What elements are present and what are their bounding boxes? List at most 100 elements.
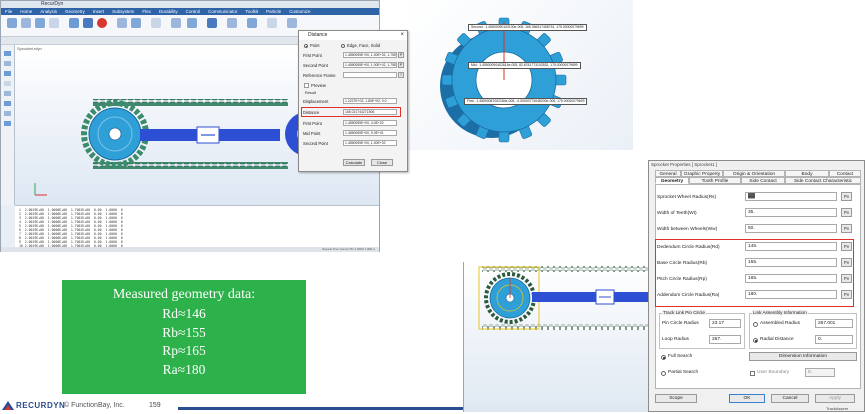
field-ra[interactable]: 180. xyxy=(745,290,837,299)
copyright: © FunctionBay, Inc. xyxy=(64,402,125,409)
tool-icon[interactable] xyxy=(151,18,161,28)
pv-button[interactable]: Pv xyxy=(841,192,852,201)
note-line-rb: Rb≈155 xyxy=(162,324,206,340)
tool-icon[interactable] xyxy=(49,18,59,28)
distance-label: Distance xyxy=(303,110,320,115)
pick-button[interactable]: P xyxy=(398,52,404,58)
loop-radius-field[interactable]: 267. xyxy=(709,335,741,344)
ribbon-tab[interactable]: Insert xyxy=(89,8,108,15)
tool-icon[interactable] xyxy=(21,18,31,28)
partial-search-label: Partial Search xyxy=(668,370,699,375)
field-label-ww: Width between Wheels(Ww) xyxy=(657,227,718,232)
field-label-rp: Pitch Circle Radius(Rp) xyxy=(657,277,707,282)
link-assembly-group-title: Link Assembly Information xyxy=(752,310,808,315)
track-lower xyxy=(93,162,288,169)
radial-distance-field[interactable]: 0. xyxy=(815,335,853,344)
second-point-label: Second Point xyxy=(303,63,328,68)
field-rb[interactable]: 155. xyxy=(745,258,837,267)
assembled-radius-radio[interactable] xyxy=(753,322,758,327)
tool-icon[interactable] xyxy=(187,18,197,28)
full-search-radio[interactable] xyxy=(661,355,666,360)
tab-contact[interactable]: Contact xyxy=(829,170,861,177)
ref-frame-button[interactable]: ? xyxy=(398,72,404,78)
second-point-field[interactable]: 1.4550059E+00, 1.00E+02, 1.75E+02 xyxy=(343,62,397,68)
toolbox-icons[interactable] xyxy=(1,45,15,205)
close-button[interactable]: Close xyxy=(371,159,393,166)
pv-button[interactable]: Pv xyxy=(841,290,852,299)
ribbon-tab[interactable]: Control xyxy=(182,8,205,15)
cancel-button[interactable]: Cancel xyxy=(771,394,809,403)
field-label-rd: Dedendum Circle Radius(Rd) xyxy=(657,245,720,250)
tab-general[interactable]: General xyxy=(655,170,681,177)
field-wt[interactable]: 35. xyxy=(745,208,837,217)
pv-button[interactable]: Pv xyxy=(841,258,852,267)
tab-side-contact[interactable]: Side Contact xyxy=(741,177,785,184)
ribbon-tab[interactable]: Flex xyxy=(138,8,155,15)
first-point2-label: First Point xyxy=(303,121,322,126)
tab-tooth-profile[interactable]: Tooth Profile xyxy=(689,177,741,184)
dimension-info-button[interactable]: Dimension Information xyxy=(749,352,857,361)
field-label-rs: Sprocket Wheel Radius(Rs) xyxy=(657,195,717,200)
ribbon-tab[interactable]: Home xyxy=(16,8,36,15)
tab-graphic-property[interactable]: Graphic Property xyxy=(681,170,723,177)
field-ww[interactable]: 50. xyxy=(745,224,837,233)
ribbon-tab[interactable]: Particle xyxy=(262,8,285,15)
tool-icon[interactable] xyxy=(227,18,237,28)
close-icon[interactable]: × xyxy=(400,31,404,40)
pv-button[interactable]: Pv xyxy=(841,274,852,283)
ribbon-tab[interactable]: Analysis xyxy=(36,8,61,15)
tool-icon[interactable] xyxy=(247,18,257,28)
assembled-radius-field[interactable]: 267.001 xyxy=(815,319,853,328)
apply-button[interactable]: Apply xyxy=(815,394,855,403)
ribbon-tab[interactable]: Toolkit xyxy=(241,8,262,15)
view-tab-label[interactable]: Sprocket.rdyn xyxy=(17,46,42,51)
tool-icon[interactable] xyxy=(117,18,127,28)
pv-button[interactable]: Pv xyxy=(841,242,852,251)
radial-distance-radio[interactable] xyxy=(753,338,758,343)
ribbon-tab[interactable]: Communicator xyxy=(204,8,241,15)
tool-icon[interactable] xyxy=(7,18,17,28)
ref-frame-field[interactable] xyxy=(343,72,397,78)
partial-search-radio[interactable] xyxy=(661,371,666,376)
tool-icon[interactable] xyxy=(35,18,45,28)
ribbon-tab[interactable]: Customize xyxy=(285,8,314,15)
user-boundary-field[interactable]: 0. xyxy=(805,368,835,377)
tool-icon[interactable] xyxy=(267,18,277,28)
field-label-wt: Width of Teeth(Wt) xyxy=(657,211,697,216)
tool-icon[interactable] xyxy=(171,18,181,28)
preview-checkbox[interactable] xyxy=(304,83,309,88)
tool-icon[interactable] xyxy=(207,18,217,28)
gear-viewport[interactable]: Second : 1.45500090100130e-005, 165.3563… xyxy=(408,0,633,150)
pv-button[interactable]: Pv xyxy=(841,208,852,217)
field-rp[interactable]: 165. xyxy=(745,274,837,283)
pick-button[interactable]: P xyxy=(398,62,404,68)
sprocket-3d xyxy=(440,17,567,143)
calculate-button[interactable]: Calculate xyxy=(343,159,365,166)
first-point-field[interactable]: 1.4550059E+00, 1.00E+02, 1.75E+02 xyxy=(343,52,397,58)
user-boundary-checkbox[interactable] xyxy=(750,371,755,376)
annotation-mid: Mid : 1.45500090402814e-005, 82.67817731… xyxy=(468,62,581,69)
field-rd[interactable]: 146. xyxy=(745,242,837,251)
tab-geometry[interactable]: Geometry xyxy=(655,177,689,184)
tool-icon[interactable] xyxy=(287,18,297,28)
ribbon-tab[interactable]: Geometry xyxy=(61,8,89,15)
tool-icon[interactable] xyxy=(131,18,141,28)
tool-icon[interactable] xyxy=(83,18,93,28)
ribbon-tab[interactable]: Subsystem xyxy=(108,8,138,15)
tab-body[interactable]: Body xyxy=(785,170,829,177)
chain-viewport[interactable] xyxy=(463,262,654,412)
ribbon-tab[interactable]: File xyxy=(1,8,16,15)
pv-button[interactable]: Pv xyxy=(841,224,852,233)
tab-side-contact-characteristic[interactable]: Side Contact Characteristic xyxy=(785,177,861,184)
point-radio[interactable] xyxy=(304,44,308,48)
field-rs[interactable]: ▓▓ xyxy=(745,192,837,201)
edge-radio[interactable] xyxy=(341,44,345,48)
tool-icon[interactable] xyxy=(69,18,79,28)
tab-origin-orientation[interactable]: Origin & Orientation xyxy=(723,170,785,177)
pin-circle-field[interactable]: 23.17 xyxy=(709,319,741,328)
measured-geometry-note: Measured geometry data: Rd≈146 Rb≈155 Rp… xyxy=(62,280,306,394)
stop-icon[interactable] xyxy=(97,18,107,28)
ok-button[interactable]: OK xyxy=(729,394,765,403)
ribbon-tab[interactable]: Durability xyxy=(155,8,182,15)
scope-button[interactable]: Scope xyxy=(655,394,697,403)
